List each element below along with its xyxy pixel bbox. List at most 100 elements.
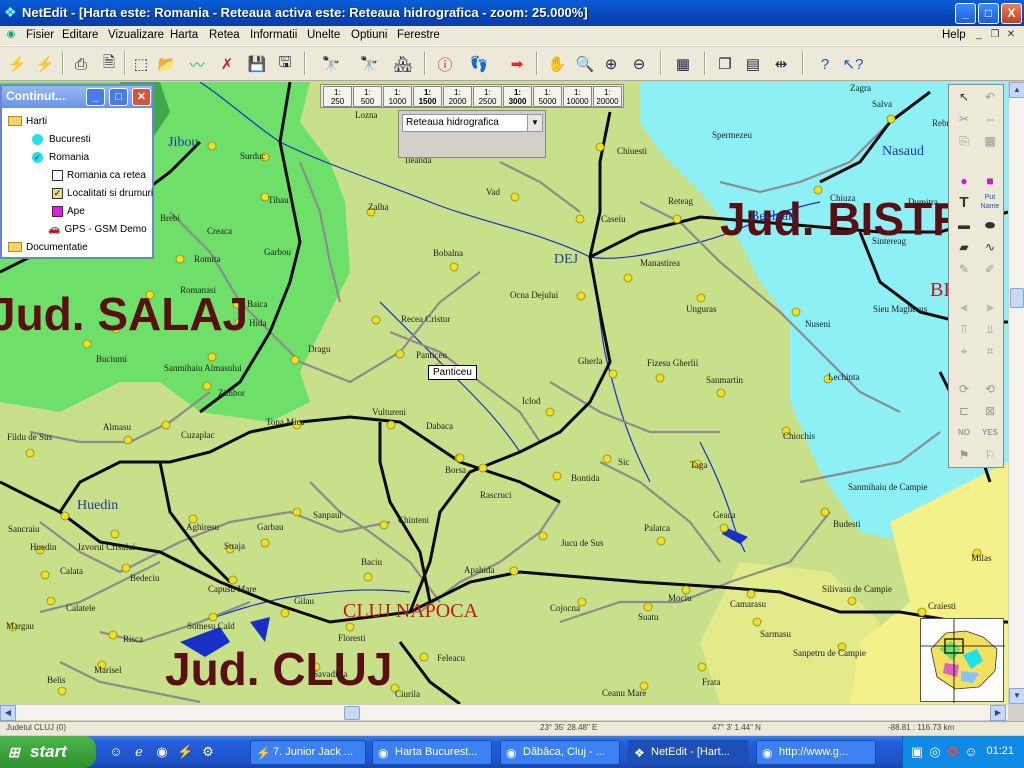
network-tray-icon[interactable]: ▣	[909, 744, 925, 760]
town-label[interactable]: Caseiu	[601, 214, 626, 224]
tree-item-harti[interactable]: Harti	[8, 116, 47, 127]
mdi-restore-icon[interactable]: ❐	[988, 29, 1002, 42]
zoom-in-icon[interactable]: ⊕	[598, 51, 624, 77]
town-label[interactable]: Calatele	[66, 603, 95, 613]
town-label[interactable]: Gilau	[294, 596, 314, 606]
town-label-dej[interactable]: DEJ	[554, 252, 578, 268]
town-label[interactable]: Craiesti	[928, 601, 956, 611]
network-disabled-icon[interactable]: ⚡	[32, 51, 58, 77]
align-top-icon[interactable]: ⫪	[952, 319, 976, 339]
town-label[interactable]: Marisel	[94, 665, 122, 675]
context-help-icon[interactable]: ↖?	[840, 51, 866, 77]
menu-harta[interactable]: Harta	[170, 29, 198, 41]
scale-button-20000[interactable]: 1: 20000	[593, 86, 622, 107]
town-label[interactable]: Apahida	[464, 565, 495, 575]
print-preview-icon[interactable]: 🗎	[96, 51, 122, 77]
zoom-window-icon[interactable]: 🔍	[572, 51, 598, 77]
circle-tool-icon[interactable]: ●	[952, 171, 976, 191]
town-label[interactable]: Jucu de Sus	[561, 538, 604, 548]
town-label[interactable]: Almasu	[103, 422, 131, 432]
title-bar[interactable]: ❖ NetEdit - [Harta este: Romania - Retea…	[0, 0, 1024, 26]
ie-icon[interactable]: ℯ	[131, 744, 147, 760]
firefox-icon[interactable]: ◉	[154, 744, 170, 760]
town-label[interactable]: Iclod	[522, 396, 541, 406]
town-label[interactable]: Fildu de Sus	[7, 432, 52, 442]
town-label-beclean[interactable]: Beclean	[750, 209, 795, 225]
town-label[interactable]: Tihau	[268, 195, 289, 205]
volume-tray-icon[interactable]: ◎	[927, 744, 943, 760]
town-label[interactable]: Sanpaul	[313, 510, 342, 520]
menu-optiuni[interactable]: Optiuni	[351, 29, 387, 41]
network-icon[interactable]: ⚡	[4, 51, 30, 77]
checkbox-magenta[interactable]	[52, 206, 63, 217]
tree-item-ape[interactable]: Ape	[52, 206, 85, 217]
pointer-icon[interactable]: ↖	[952, 87, 976, 107]
town-label[interactable]: Bobalna	[433, 248, 463, 258]
town-label[interactable]: Dabaca	[426, 421, 453, 431]
town-label[interactable]: Creaca	[207, 226, 232, 236]
align-left-icon[interactable]: ⫷	[952, 297, 976, 317]
scale-button-10000[interactable]: 1: 10000	[563, 86, 592, 107]
town-label[interactable]: Sic	[618, 457, 630, 467]
town-label[interactable]: Sanmartin	[706, 375, 743, 385]
city-label-cluj-napoca[interactable]: CLUJ NAPOCA	[343, 600, 478, 623]
town-label[interactable]: Izvorul Crisului	[78, 542, 135, 552]
rect-tool-icon[interactable]: ▬	[952, 215, 976, 235]
scale-button-1500[interactable]: 1: 1500	[413, 86, 442, 107]
town-label[interactable]: Baciu	[361, 557, 382, 567]
window-cascade-icon[interactable]: ❐	[712, 51, 738, 77]
no-icon[interactable]: NO	[952, 423, 976, 443]
yes-icon[interactable]: YES	[978, 423, 1002, 443]
copy-icon[interactable]: ⎘	[952, 131, 976, 151]
town-label[interactable]: Lechinta	[828, 372, 859, 382]
pen-icon[interactable]: ✐	[978, 259, 1002, 279]
tree-item-romania-ca-retea[interactable]: Romania ca retea	[52, 170, 146, 181]
taskbar-item[interactable]: ⚡ 7. Junior Jack ...	[250, 740, 366, 765]
app-icon[interactable]: ❖	[4, 5, 18, 19]
flag-start-icon[interactable]: ⚑	[952, 445, 976, 465]
scale-button-3000[interactable]: 1: 3000	[503, 86, 532, 107]
scroll-up-icon[interactable]: ▲	[1009, 82, 1024, 98]
split-icon[interactable]: ⟲	[978, 379, 1002, 399]
checkbox-checked[interactable]: ✓	[52, 188, 63, 199]
town-label[interactable]: Recea Cristur	[401, 314, 450, 324]
vertical-scroll-thumb[interactable]	[1010, 288, 1024, 308]
town-label[interactable]: Budesti	[833, 519, 861, 529]
scroll-down-icon[interactable]: ▼	[1009, 688, 1024, 704]
town-label[interactable]: Zimbor	[218, 388, 245, 398]
town-label[interactable]: Cuzaplac	[181, 430, 214, 440]
town-label[interactable]: Savadisla	[313, 669, 348, 679]
menu-unelte[interactable]: Unelte	[307, 29, 340, 41]
checkbox-unchecked[interactable]	[52, 170, 63, 181]
taskbar-item[interactable]: ◉ Harta Bucurest...	[372, 740, 492, 765]
town-label[interactable]: Geaca	[713, 510, 735, 520]
scale-button-250[interactable]: 1: 250	[323, 86, 352, 107]
town-label[interactable]: Mociu	[668, 593, 692, 603]
town-label[interactable]: Topa Mica	[266, 417, 305, 427]
scroll-left-icon[interactable]: ◀	[0, 705, 16, 721]
scale-button-1000[interactable]: 1: 1000	[383, 86, 412, 107]
pan-icon[interactable]: ✋	[544, 51, 570, 77]
town-label[interactable]: Sancraiu	[8, 524, 40, 534]
scale-button-2500[interactable]: 1: 2500	[473, 86, 502, 107]
town-label[interactable]: Garbou	[264, 247, 291, 257]
town-label[interactable]: Surduc	[240, 151, 266, 161]
scale-button-500[interactable]: 1: 500	[353, 86, 382, 107]
town-label[interactable]: Feleacu	[437, 653, 465, 663]
node-icon[interactable]: ⌖	[952, 341, 976, 361]
undo-icon[interactable]: ↶	[978, 87, 1002, 107]
help-icon[interactable]: ?	[812, 51, 838, 77]
town-label[interactable]: Vad	[486, 187, 500, 197]
taskbar-item[interactable]: ◉ http://www.g...	[756, 740, 876, 765]
window-tile-icon[interactable]: ▤	[740, 51, 766, 77]
messenger-icon[interactable]: ☺	[108, 744, 124, 760]
town-label[interactable]: Bedeciu	[130, 573, 160, 583]
move-icon[interactable]: ⇔	[978, 109, 1002, 129]
horizontal-scrollbar[interactable]: ◀ ▶	[0, 704, 1008, 721]
town-label[interactable]: Chiuza	[830, 193, 856, 203]
menu-help[interactable]: Help	[942, 29, 966, 41]
town-label[interactable]: Spermezeu	[712, 130, 752, 140]
town-label[interactable]: Romanasi	[180, 285, 216, 295]
tree-item-gps[interactable]: 🚗 GPS - GSM Demo	[48, 224, 147, 235]
menu-editare[interactable]: Editare	[62, 29, 98, 41]
